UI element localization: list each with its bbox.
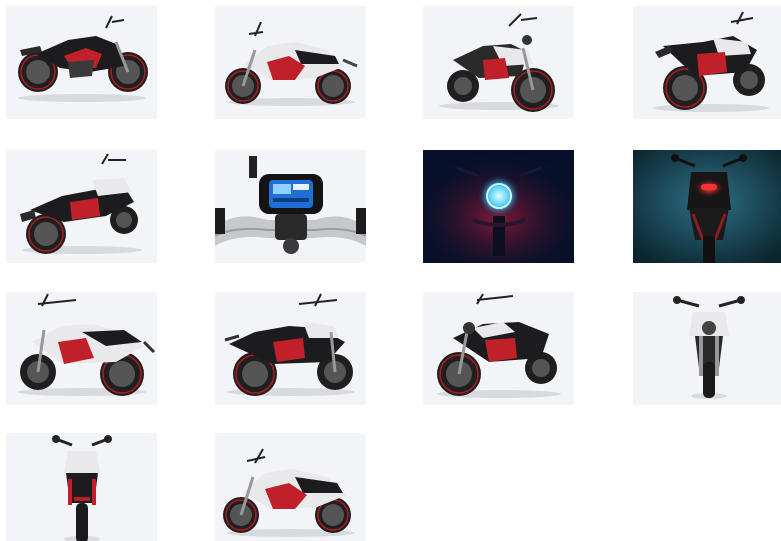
motorcycle-image: [437, 293, 561, 398]
thumb-black-side-right[interactable]: [6, 6, 157, 119]
motorcycle-image: [52, 435, 112, 541]
thumb-dashboard-closeup[interactable]: [215, 150, 366, 263]
thumb-taillight-night[interactable]: [633, 150, 781, 263]
thumb-white-side-left-2[interactable]: [215, 433, 366, 541]
taillight-night-image: [633, 150, 781, 263]
thumb-white-side-right[interactable]: [6, 292, 157, 405]
thumb-white-side-left[interactable]: [215, 6, 366, 119]
thumb-black-rear[interactable]: [6, 433, 157, 541]
thumb-black-front-quarter[interactable]: [423, 292, 574, 405]
motorcycle-image: [18, 15, 148, 102]
motorcycle-image: [439, 13, 559, 112]
headlight-night-image: [423, 150, 574, 263]
thumb-black-side-left[interactable]: [215, 292, 366, 405]
thumb-white-front-three-quarter[interactable]: [423, 6, 574, 119]
motorcycle-image: [224, 293, 355, 396]
thumb-black-rear-three-quarter[interactable]: [633, 6, 781, 119]
motorcycle-image: [20, 153, 142, 254]
motorcycle-image: [18, 293, 156, 396]
dashboard-image: [215, 156, 366, 254]
thumb-headlight-night[interactable]: [423, 150, 574, 263]
thumb-white-front[interactable]: [633, 292, 781, 405]
motorcycle-image: [653, 11, 769, 112]
motorcycle-image: [223, 448, 355, 537]
thumb-white-rear-side[interactable]: [6, 150, 157, 263]
product-image-gallery: [0, 0, 781, 541]
motorcycle-image: [225, 21, 358, 106]
motorcycle-image: [673, 296, 745, 399]
